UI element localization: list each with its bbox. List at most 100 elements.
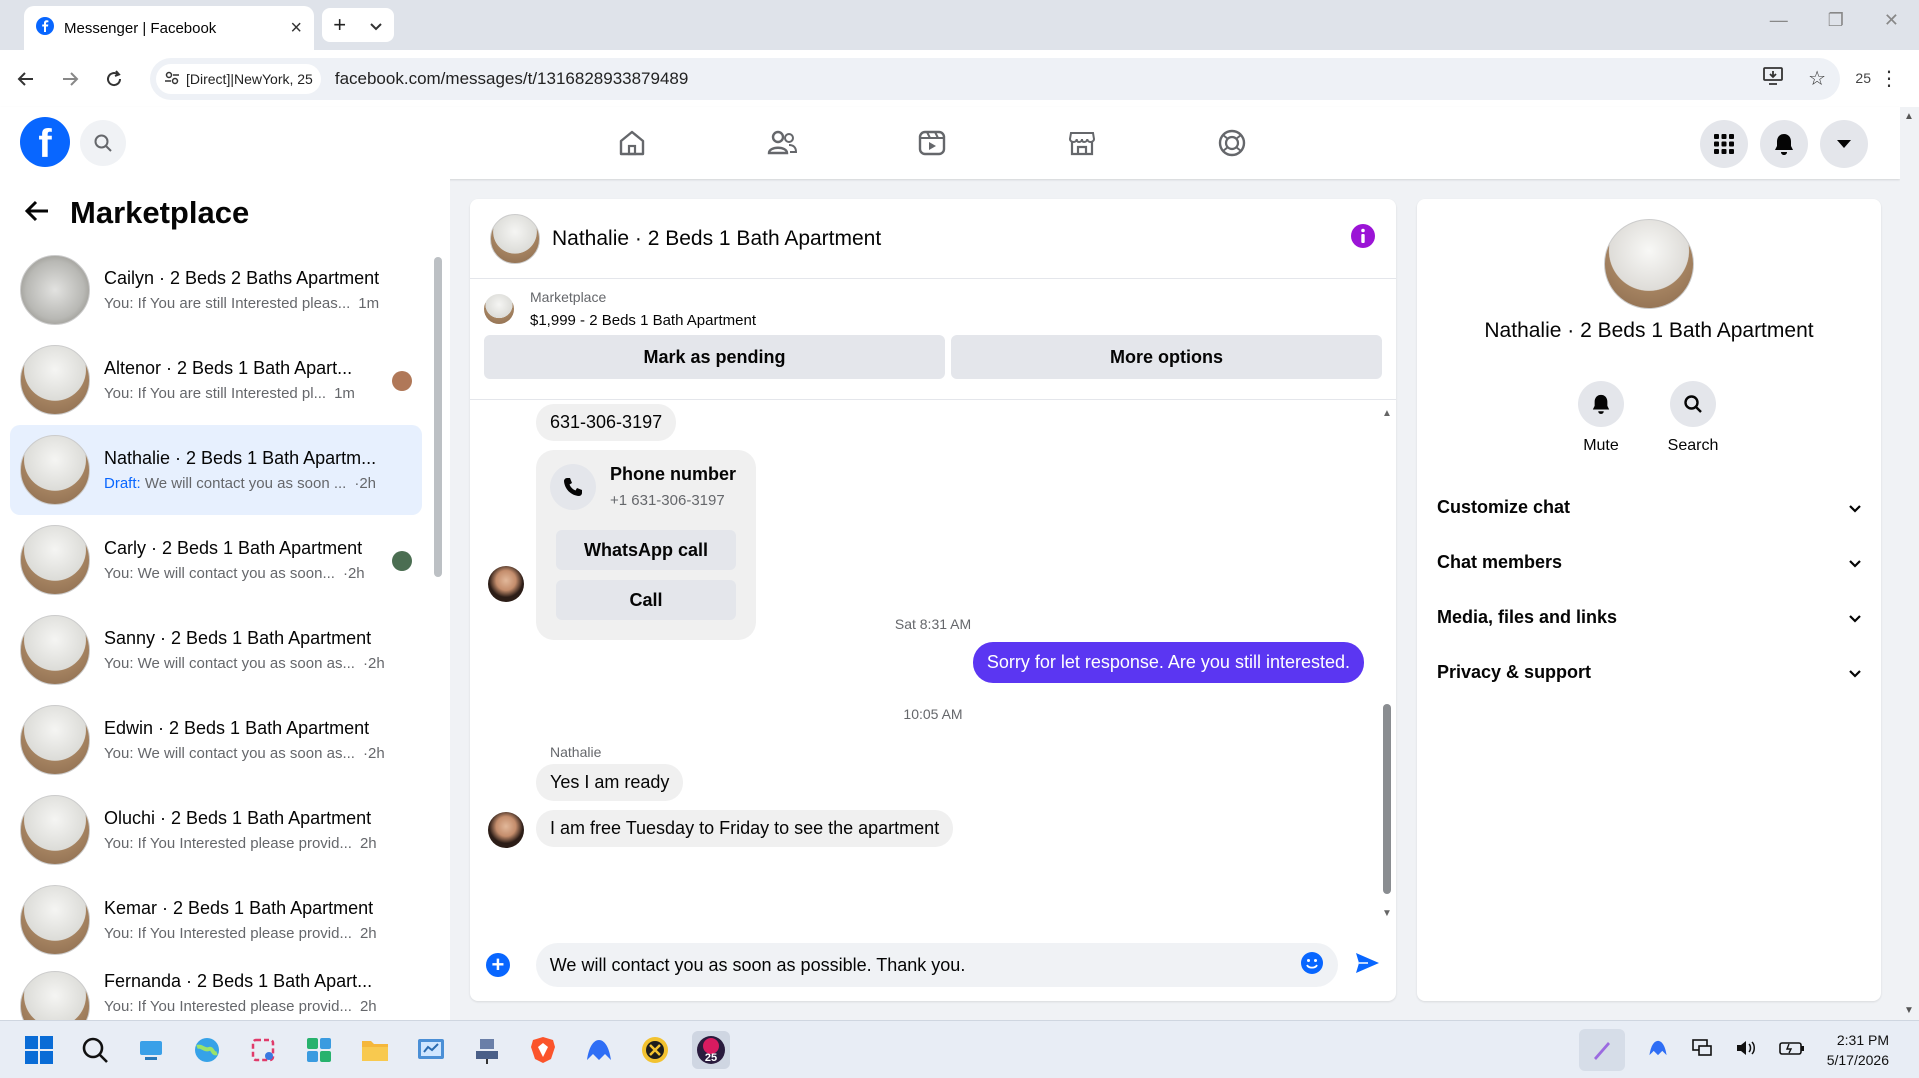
chat-scroll-thumb[interactable] — [1383, 704, 1391, 894]
widgets-icon[interactable] — [300, 1031, 338, 1069]
menu-grid-icon[interactable] — [1700, 120, 1748, 168]
page-scroll-down-icon[interactable]: ▼ — [1904, 1005, 1914, 1016]
install-app-icon[interactable] — [1762, 66, 1784, 92]
bookmark-star-icon[interactable]: ☆ — [1808, 66, 1826, 92]
conversation-name: Cailyn · 2 Beds 2 Baths Apartment — [104, 268, 380, 288]
conversation-item[interactable]: Sanny · 2 Beds 1 Bath Apartment You: We … — [10, 605, 422, 695]
volume-tray-icon[interactable] — [1735, 1038, 1757, 1063]
conversation-item[interactable]: Kemar · 2 Beds 1 Bath Apartment You: If … — [10, 875, 422, 965]
page-scroll-up-icon[interactable]: ▲ — [1904, 111, 1914, 122]
conversation-name: Fernanda · 2 Beds 1 Bath Apart... — [104, 971, 373, 991]
file-explorer-icon[interactable] — [356, 1031, 394, 1069]
back-icon[interactable] — [8, 61, 44, 97]
conversation-item[interactable]: Altenor · 2 Beds 1 Bath Apart... You: If… — [10, 335, 422, 425]
mark-as-pending-button[interactable]: Mark as pending — [484, 335, 945, 379]
timestamp: Sat 8:31 AM — [894, 616, 972, 632]
mute-button[interactable]: Mute — [1577, 381, 1625, 455]
video-icon[interactable] — [910, 121, 954, 165]
sender-avatar[interactable] — [488, 812, 524, 848]
restore-icon[interactable]: ❐ — [1828, 10, 1844, 31]
conversation-item[interactable]: Edwin · 2 Beds 1 Bath Apartment You: We … — [10, 695, 422, 785]
scroll-down-icon[interactable]: ▼ — [1382, 908, 1392, 919]
chat-title[interactable]: Nathalie · 2 Beds 1 Bath Apartment — [552, 227, 881, 251]
taskbar-search-icon[interactable] — [76, 1031, 114, 1069]
listing-thumbnail — [20, 795, 90, 865]
facebook-search-button[interactable] — [80, 120, 126, 166]
brave-browser-icon[interactable] — [524, 1031, 562, 1069]
forward-icon[interactable] — [52, 61, 88, 97]
address-bar: [Direct]|NewYork, 25 facebook.com/messag… — [0, 50, 1919, 107]
home-icon[interactable] — [610, 121, 654, 165]
url-text[interactable]: facebook.com/messages/t/1316828933879489 — [335, 69, 688, 89]
chat-scrollbar[interactable]: ▲ ▼ — [1382, 408, 1392, 919]
call-button[interactable]: Call — [556, 580, 736, 620]
conversation-preview: You: We will contact you as soon... — [104, 565, 335, 582]
conversation-item[interactable]: Oluchi · 2 Beds 1 Bath Apartment You: If… — [10, 785, 422, 875]
taskbar-clock[interactable]: 2:31 PM 5/17/2026 — [1827, 1030, 1889, 1070]
more-options-button[interactable]: More options — [950, 335, 1382, 379]
conversation-name: Carly · 2 Beds 1 Bath Apartment — [104, 538, 363, 558]
conversation-item[interactable]: Fernanda · 2 Beds 1 Bath Apart... You: I… — [10, 965, 422, 1025]
notifications-bell-icon[interactable] — [1760, 120, 1808, 168]
new-tab-button[interactable]: + — [333, 12, 346, 38]
browser-tab[interactable]: Messenger | Facebook × — [24, 6, 314, 50]
send-icon[interactable] — [1354, 951, 1380, 980]
conversation-item-active[interactable]: Nathalie · 2 Beds 1 Bath Apartm... Draft… — [10, 425, 422, 515]
media-files-links-section[interactable]: Media, files and links — [1437, 590, 1861, 645]
extension-badge[interactable]: 25 — [1855, 70, 1871, 86]
marketplace-icon[interactable] — [1060, 121, 1104, 165]
gaming-icon[interactable] — [1210, 121, 1254, 165]
incoming-message: Yes I am ready — [536, 764, 684, 801]
whatsapp-call-button[interactable]: WhatsApp call — [556, 530, 736, 570]
marketplace-banner: Marketplace $1,999 - 2 Beds 1 Bath Apart… — [470, 279, 1396, 400]
pen-menu-icon[interactable] — [1578, 1029, 1625, 1071]
site-info-chip[interactable]: [Direct]|NewYork, 25 — [156, 64, 321, 94]
conversation-item[interactable]: Carly · 2 Beds 1 Bath Apartment You: We … — [10, 515, 422, 605]
network-tool-icon[interactable] — [468, 1031, 506, 1069]
vpn-tray-icon[interactable] — [1647, 1038, 1669, 1063]
minimize-icon[interactable]: — — [1770, 10, 1788, 31]
page-scrollbar[interactable]: ▲ ▼ — [1900, 107, 1919, 1020]
listing-thumbnail — [20, 255, 90, 325]
listing-title[interactable]: $1,999 - 2 Beds 1 Bath Apartment — [530, 312, 756, 329]
facebook-logo-icon[interactable]: f — [20, 117, 70, 167]
privacy-support-section[interactable]: Privacy & support — [1437, 645, 1861, 700]
close-tab-icon[interactable]: × — [290, 17, 302, 40]
conversation-item[interactable]: Cailyn · 2 Beds 2 Baths Apartment You: I… — [10, 245, 422, 335]
browser-menu-icon[interactable]: ⋮ — [1879, 66, 1899, 91]
vpn-app-icon[interactable] — [580, 1031, 618, 1069]
add-attachment-icon[interactable]: + — [486, 952, 510, 977]
emoji-icon[interactable] — [1300, 951, 1324, 980]
sidebar-scroll-thumb[interactable] — [434, 257, 442, 577]
search-in-chat-button[interactable]: Search — [1668, 381, 1718, 455]
control-panel-icon[interactable] — [412, 1031, 450, 1069]
conversation-time: ·2h — [354, 475, 377, 492]
sender-avatar[interactable] — [488, 566, 524, 602]
card-phone-value: +1 631-306-3197 — [610, 492, 725, 509]
sidebar-scrollbar[interactable] — [434, 245, 442, 1005]
chat-members-section[interactable]: Chat members — [1437, 535, 1861, 590]
back-arrow-icon[interactable] — [24, 195, 50, 231]
details-avatar[interactable] — [1604, 219, 1694, 309]
ix-browser-icon[interactable] — [636, 1031, 674, 1069]
account-chevron-icon[interactable] — [1820, 120, 1868, 168]
omnibox[interactable]: [Direct]|NewYork, 25 facebook.com/messag… — [150, 58, 1840, 100]
section-label: Media, files and links — [1437, 607, 1618, 627]
scroll-up-icon[interactable]: ▲ — [1382, 408, 1392, 419]
network-globe-icon[interactable] — [188, 1031, 226, 1069]
chat-avatar[interactable] — [490, 213, 540, 264]
battery-tray-icon[interactable] — [1778, 1040, 1805, 1061]
reload-icon[interactable] — [96, 61, 132, 97]
close-window-icon[interactable]: ✕ — [1884, 10, 1899, 31]
clock-date: 5/17/2026 — [1826, 1052, 1889, 1068]
message-input[interactable]: We will contact you as soon as possible.… — [535, 943, 1338, 987]
network-tray-icon[interactable] — [1691, 1038, 1713, 1063]
remote-desktop-icon[interactable] — [132, 1031, 170, 1069]
active-browser-app[interactable]: 25 — [692, 1031, 730, 1069]
snipping-tool-icon[interactable] — [244, 1031, 282, 1069]
customize-chat-section[interactable]: Customize chat — [1437, 480, 1861, 535]
windows-start-icon[interactable] — [20, 1031, 58, 1069]
tab-list-chevron-icon[interactable] — [369, 12, 383, 38]
friends-icon[interactable] — [760, 121, 804, 165]
info-icon[interactable] — [1350, 223, 1376, 254]
